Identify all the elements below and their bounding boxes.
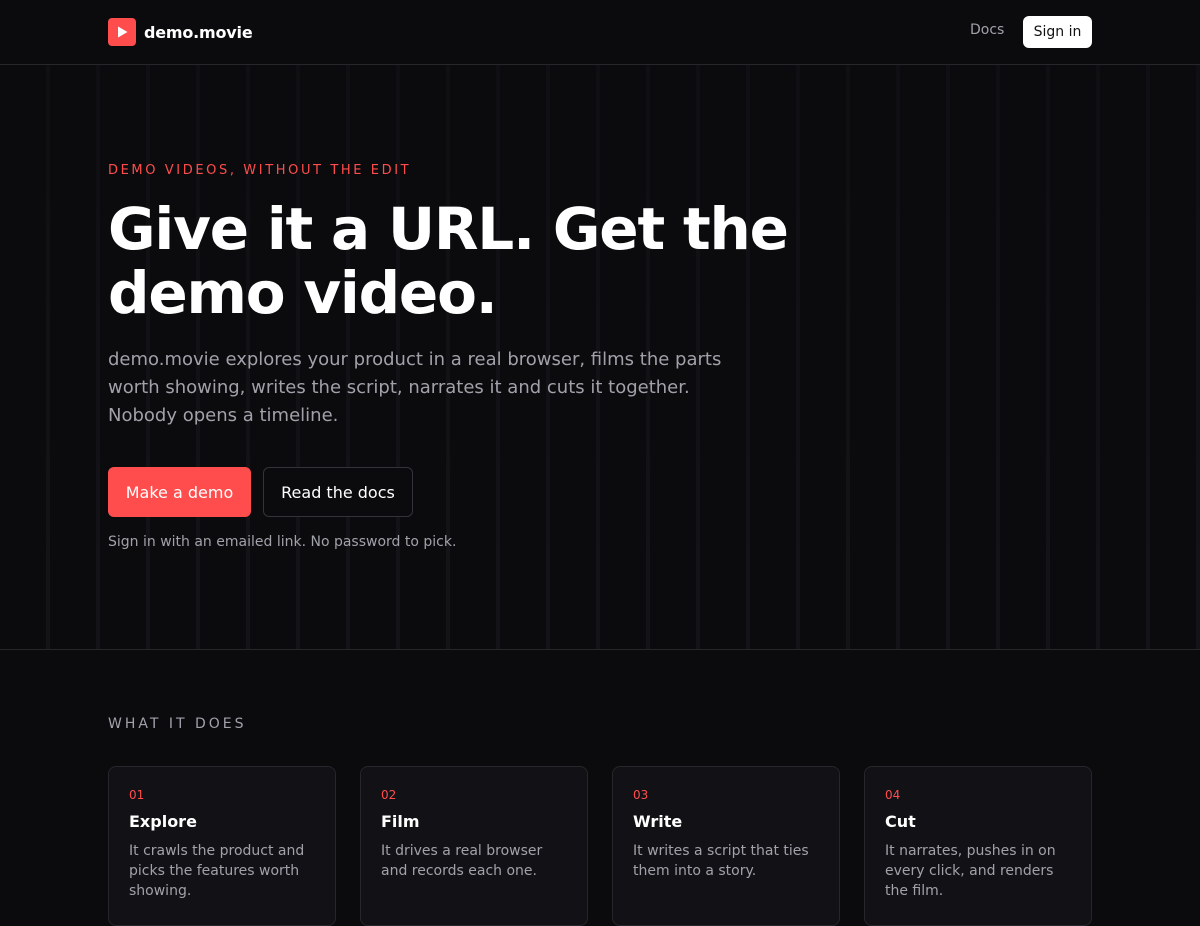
feature-number: 04 bbox=[885, 788, 901, 802]
feature-cards: 01 Explore It crawls the product and pic… bbox=[108, 766, 1092, 926]
feature-description: It crawls the product and picks the feat… bbox=[129, 843, 305, 899]
brand-name: demo.movie bbox=[144, 22, 253, 42]
sign-in-button[interactable]: Sign in bbox=[1023, 16, 1092, 48]
nav-docs-link[interactable]: Docs bbox=[970, 22, 1004, 38]
feature-card-cut: 04 Cut It narrates, pushes in on every c… bbox=[864, 766, 1092, 926]
feature-title: Cut bbox=[885, 812, 916, 831]
feature-title: Film bbox=[381, 812, 420, 831]
play-icon bbox=[108, 18, 136, 46]
sign-in-hint: Sign in with an emailed link. No passwor… bbox=[108, 534, 457, 550]
hero-description: demo.movie explores your product in a re… bbox=[108, 349, 722, 426]
top-bar: demo.movie Docs Sign in bbox=[0, 0, 1200, 65]
read-the-docs-button[interactable]: Read the docs bbox=[263, 467, 413, 517]
feature-number: 03 bbox=[633, 788, 649, 802]
feature-card-write: 03 Write It writes a script that ties th… bbox=[612, 766, 840, 926]
feature-title: Explore bbox=[129, 812, 197, 831]
hero-headline: Give it a URL. Get the demo video. bbox=[108, 195, 789, 327]
feature-card-film: 02 Film It drives a real browser and rec… bbox=[360, 766, 588, 926]
feature-description: It writes a script that ties them into a… bbox=[633, 843, 809, 879]
hero-eyebrow: DEMO VIDEOS, WITHOUT THE EDIT bbox=[108, 163, 412, 178]
hero-section: DEMO VIDEOS, WITHOUT THE EDIT Give it a … bbox=[0, 65, 1200, 650]
brand[interactable]: demo.movie bbox=[108, 18, 253, 46]
feature-description: It drives a real browser and records eac… bbox=[381, 843, 543, 879]
feature-number: 01 bbox=[129, 788, 145, 802]
make-a-demo-button[interactable]: Make a demo bbox=[108, 467, 251, 517]
feature-number: 02 bbox=[381, 788, 397, 802]
features-section-label: WHAT IT DOES bbox=[108, 716, 247, 732]
feature-description: It narrates, pushes in on every click, a… bbox=[885, 843, 1056, 899]
feature-title: Write bbox=[633, 812, 683, 831]
feature-card-explore: 01 Explore It crawls the product and pic… bbox=[108, 766, 336, 926]
